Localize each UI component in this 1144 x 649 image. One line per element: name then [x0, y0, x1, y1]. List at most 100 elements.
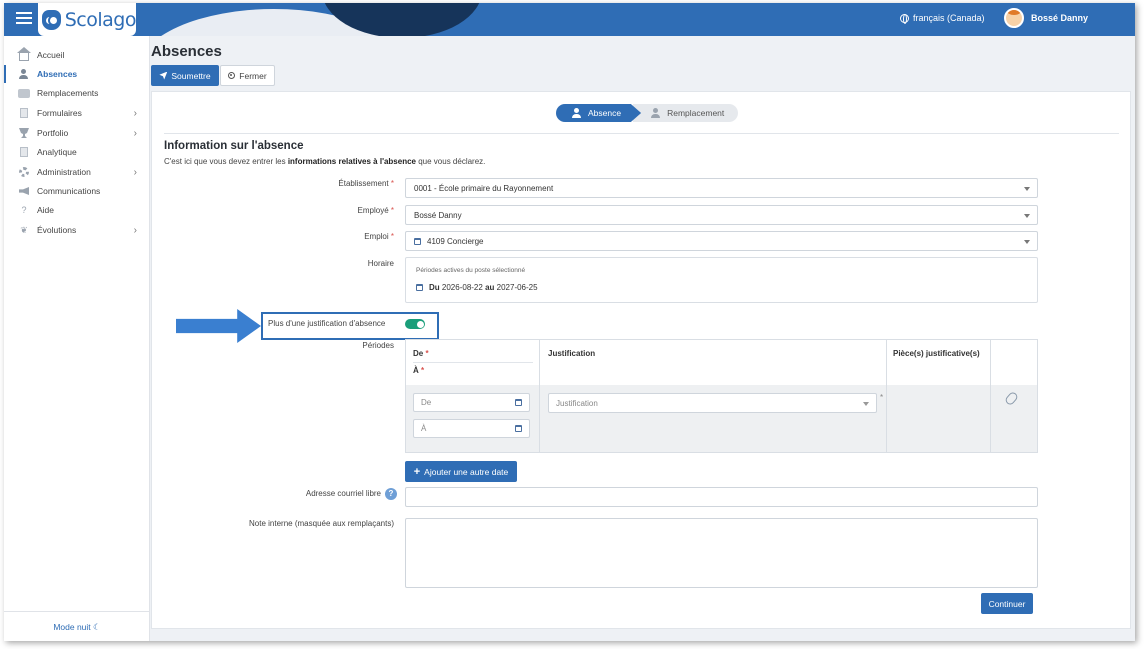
- sidebar-item-label: Aide: [37, 205, 55, 215]
- night-mode-label: Mode nuit: [53, 622, 91, 632]
- trophy-icon: [18, 128, 30, 139]
- horaire-subtitle: Périodes actives du poste sélectionné: [416, 267, 526, 274]
- circle-dot-icon: [228, 72, 236, 79]
- chat-icon: [18, 88, 30, 99]
- plus-icon: +: [413, 465, 421, 478]
- step-label: Absence: [588, 108, 622, 118]
- etablissement-select[interactable]: 0001 - École primaire du Rayonnement: [405, 178, 1038, 198]
- sprout-icon: ❦: [20, 224, 28, 235]
- multi-justification-label: Plus d'une justification d'absence: [268, 319, 386, 328]
- step-absence[interactable]: Absence: [556, 104, 642, 122]
- sidebar-item-label: Analytique: [37, 147, 77, 157]
- page-title: Absences: [151, 43, 222, 60]
- sidebar-item-analytique[interactable]: Analytique: [4, 143, 150, 161]
- col-header-justification: Justification: [548, 349, 596, 358]
- help-icon[interactable]: ?: [385, 488, 397, 500]
- caret-down-icon: [863, 402, 869, 406]
- periodes-label: Périodes: [362, 341, 394, 350]
- person-icon: [18, 68, 30, 80]
- required-mark: *: [880, 393, 884, 402]
- horaire-box: Périodes actives du poste sélectionné Du…: [405, 257, 1038, 303]
- justification-select[interactable]: Justification: [548, 393, 877, 413]
- top-bar: Scolago français (Canada) Bossé Danny: [4, 3, 1135, 36]
- document-icon: [18, 147, 30, 158]
- step-remplacement[interactable]: Remplacement: [633, 104, 739, 122]
- col-header-from: De *: [413, 349, 429, 358]
- sidebar-item-evolutions[interactable]: ❦ Évolutions ›: [4, 221, 150, 239]
- sidebar-item-accueil[interactable]: Accueil: [4, 46, 150, 64]
- note-textarea[interactable]: [405, 518, 1038, 588]
- section-title: Information sur l'absence: [164, 140, 304, 152]
- calendar-icon: [414, 237, 421, 245]
- continue-button-label: Continuer: [988, 598, 1026, 609]
- owl-logo-icon: [42, 9, 61, 30]
- megaphone-icon: [18, 186, 30, 197]
- sidebar-item-formulaires[interactable]: Formulaires ›: [4, 104, 150, 122]
- employe-value: Bossé Danny: [414, 210, 462, 220]
- chevron-right-icon: ›: [133, 166, 137, 178]
- user-menu[interactable]: Bossé Danny: [1004, 8, 1088, 28]
- sidebar-item-label: Formulaires: [37, 108, 82, 118]
- employe-select[interactable]: Bossé Danny: [405, 205, 1038, 225]
- col-header-to: À *: [413, 366, 425, 375]
- add-date-button[interactable]: + Ajouter une autre date: [405, 461, 517, 482]
- sidebar-item-label: Remplacements: [37, 88, 99, 98]
- date-to-input[interactable]: À: [413, 419, 530, 438]
- multi-justification-toggle[interactable]: [405, 319, 425, 329]
- chevron-right-icon: ›: [133, 224, 137, 236]
- chevron-right-icon: ›: [133, 127, 137, 139]
- person-icon: [651, 108, 661, 118]
- submit-button[interactable]: Soumettre: [151, 65, 219, 86]
- add-date-label: Ajouter une autre date: [424, 466, 509, 477]
- sidebar-item-portfolio[interactable]: Portfolio ›: [4, 124, 150, 142]
- close-button-label: Fermer: [239, 70, 267, 81]
- sidebar-item-administration[interactable]: Administration ›: [4, 163, 150, 181]
- sidebar-item-communications[interactable]: Communications: [4, 182, 150, 200]
- close-button[interactable]: Fermer: [220, 65, 275, 86]
- language-selector[interactable]: français (Canada): [900, 13, 985, 24]
- continue-button[interactable]: Continuer: [981, 593, 1033, 614]
- sidebar-item-label: Évolutions: [37, 225, 77, 235]
- section-description: C'est ici que vous devez entrer les info…: [164, 157, 486, 166]
- justification-placeholder: Justification: [556, 398, 598, 408]
- calendar-icon: [515, 425, 522, 432]
- emploi-label: Emploi *: [364, 232, 394, 241]
- sidebar-item-aide[interactable]: ? Aide: [4, 201, 150, 219]
- etablissement-label: Établissement *: [338, 179, 394, 188]
- sidebar-item-label: Communications: [37, 186, 101, 196]
- sidebar-item-label: Absences: [37, 69, 78, 79]
- date-from-input[interactable]: De: [413, 393, 530, 412]
- employe-label: Employé *: [357, 206, 394, 215]
- emploi-value: 4109 Concierge: [427, 236, 484, 246]
- menu-icon[interactable]: [16, 12, 32, 26]
- avatar: [1004, 8, 1024, 28]
- question-icon: ?: [21, 205, 27, 215]
- email-input[interactable]: [405, 487, 1038, 507]
- sidebar-item-label: Portfolio: [37, 128, 69, 138]
- globe-icon: [900, 13, 909, 24]
- gear-icon: [18, 167, 30, 178]
- logo[interactable]: Scolago: [38, 3, 137, 36]
- caret-down-icon: [1024, 240, 1030, 244]
- night-mode-toggle[interactable]: Mode nuit ☾: [4, 611, 150, 633]
- submit-button-label: Soumettre: [171, 70, 211, 81]
- col-header-documents: Pièce(s) justificative(s): [893, 349, 980, 358]
- moon-icon: ☾: [93, 622, 101, 632]
- wizard-steps: Absence Remplacement: [556, 104, 739, 122]
- send-icon: [159, 71, 168, 80]
- sidebar-item-remplacements[interactable]: Remplacements: [4, 84, 150, 102]
- horaire-period: Du 2026-08-22 au 2027-06-25: [416, 283, 538, 292]
- person-icon: [572, 108, 582, 118]
- document-icon: [18, 108, 30, 119]
- sidebar-item-absences[interactable]: Absences: [4, 65, 150, 83]
- note-label: Note interne (masquée aux remplaçants): [249, 519, 394, 528]
- caret-down-icon: [1024, 214, 1030, 218]
- caret-down-icon: [1024, 187, 1030, 191]
- sidebar-item-label: Accueil: [37, 50, 65, 60]
- date-from-placeholder: De: [421, 398, 432, 407]
- emploi-select[interactable]: 4109 Concierge: [405, 231, 1038, 251]
- horaire-label: Horaire: [367, 259, 394, 268]
- calendar-icon: [515, 399, 522, 406]
- step-label: Remplacement: [667, 108, 725, 118]
- language-label: français (Canada): [913, 13, 985, 23]
